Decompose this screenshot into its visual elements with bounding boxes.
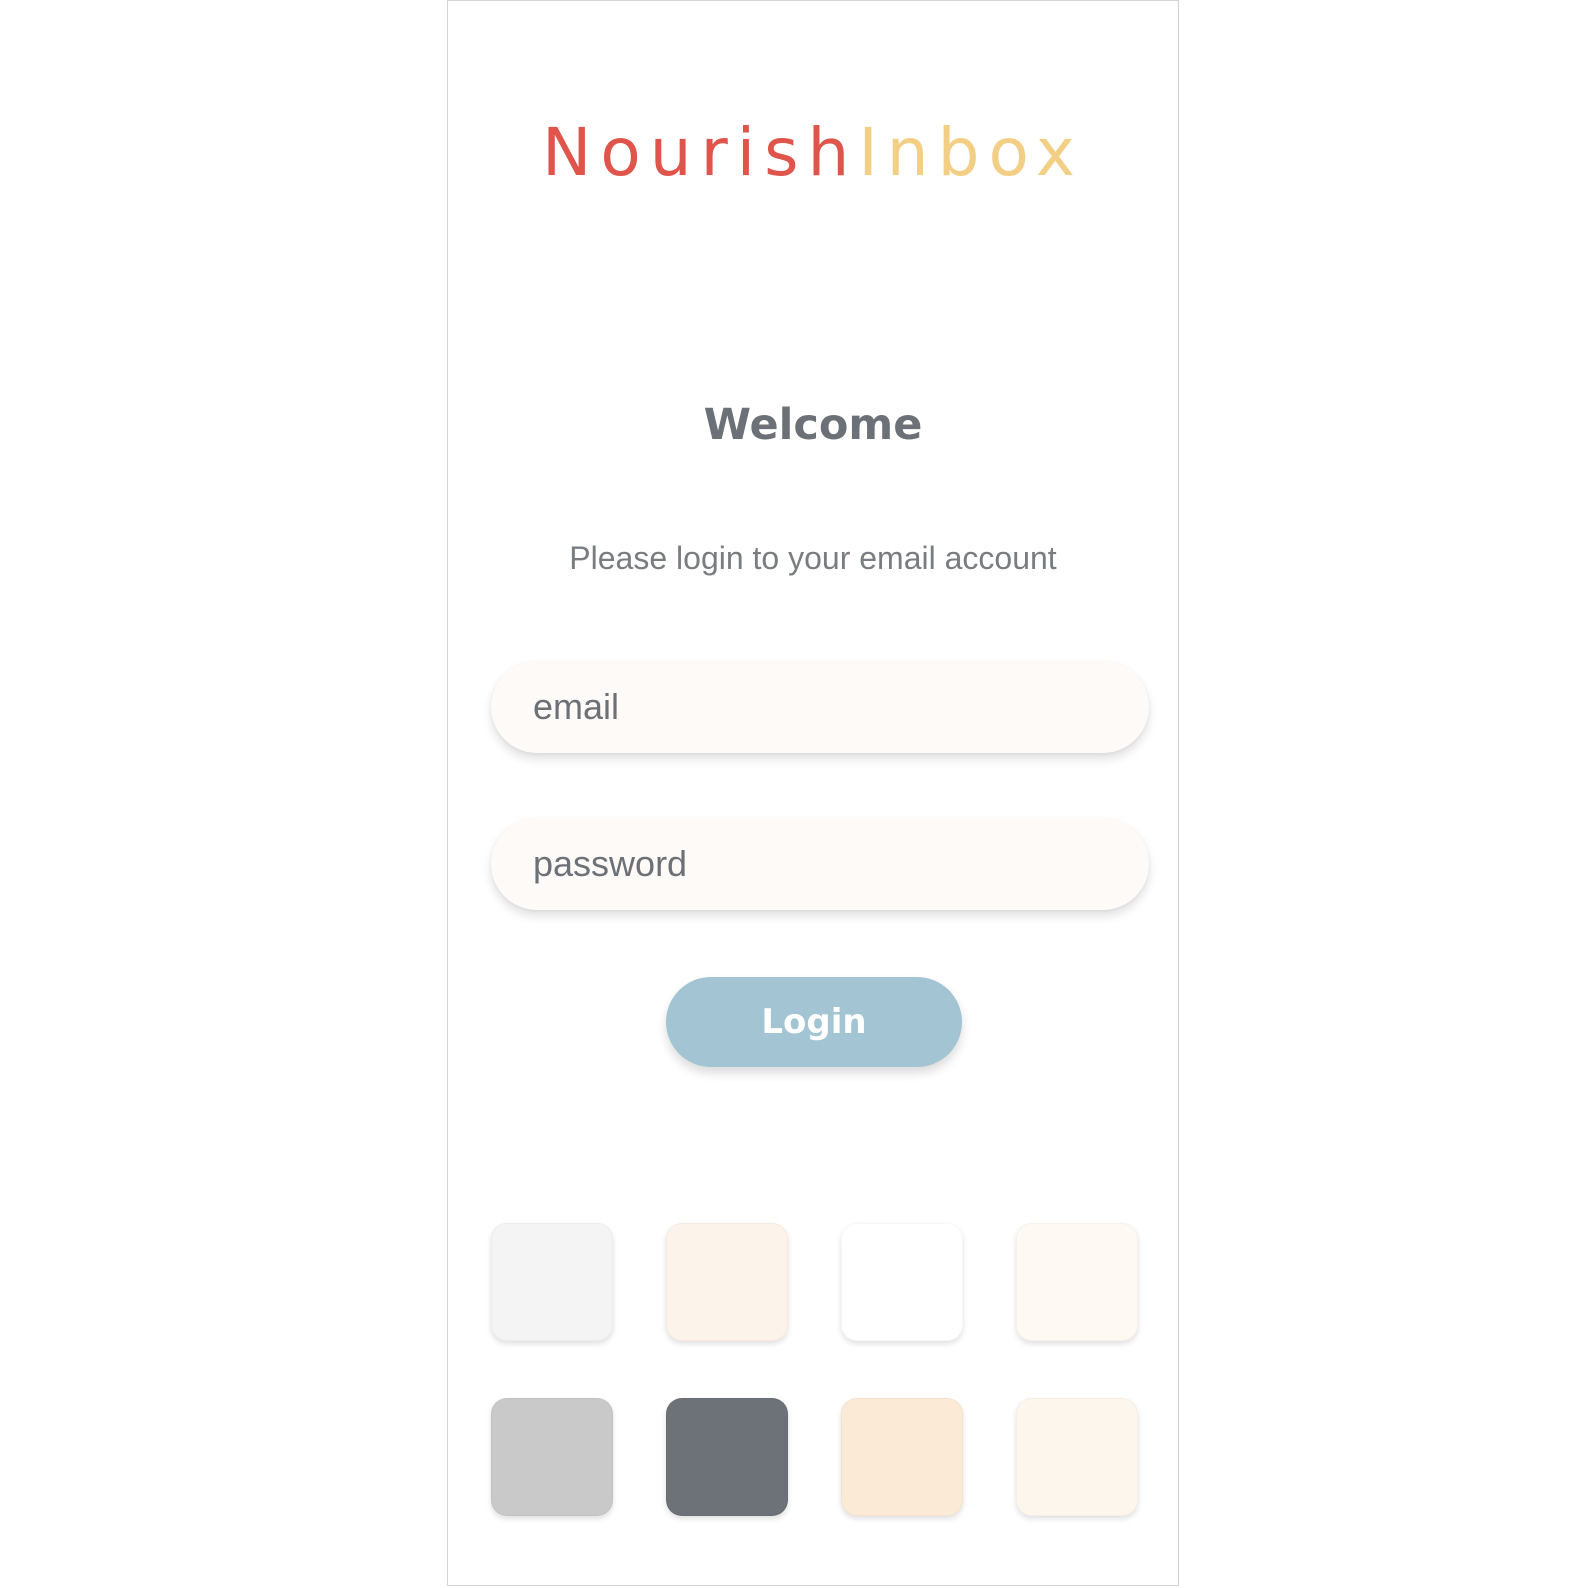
- color-swatch-7[interactable]: [841, 1398, 963, 1516]
- color-swatch-5[interactable]: [491, 1398, 613, 1516]
- login-panel: NourishInbox Welcome Please login to you…: [447, 0, 1179, 1586]
- logo-word-nourish: Nourish: [542, 114, 859, 191]
- color-swatch-2[interactable]: [666, 1223, 788, 1341]
- color-swatch-6[interactable]: [666, 1398, 788, 1516]
- color-swatch-3[interactable]: [841, 1223, 963, 1341]
- password-field[interactable]: [491, 818, 1149, 910]
- app-logo: NourishInbox: [448, 113, 1178, 193]
- color-swatch-8[interactable]: [1016, 1398, 1138, 1516]
- page-title: Welcome: [703, 400, 923, 450]
- login-button[interactable]: Login: [666, 977, 962, 1067]
- logo-word-inbox: Inbox: [858, 114, 1084, 191]
- color-swatch-1[interactable]: [491, 1223, 613, 1341]
- page-subtitle: Please login to your email account: [569, 540, 1057, 576]
- email-field[interactable]: [491, 661, 1149, 753]
- color-swatch-4[interactable]: [1016, 1223, 1138, 1341]
